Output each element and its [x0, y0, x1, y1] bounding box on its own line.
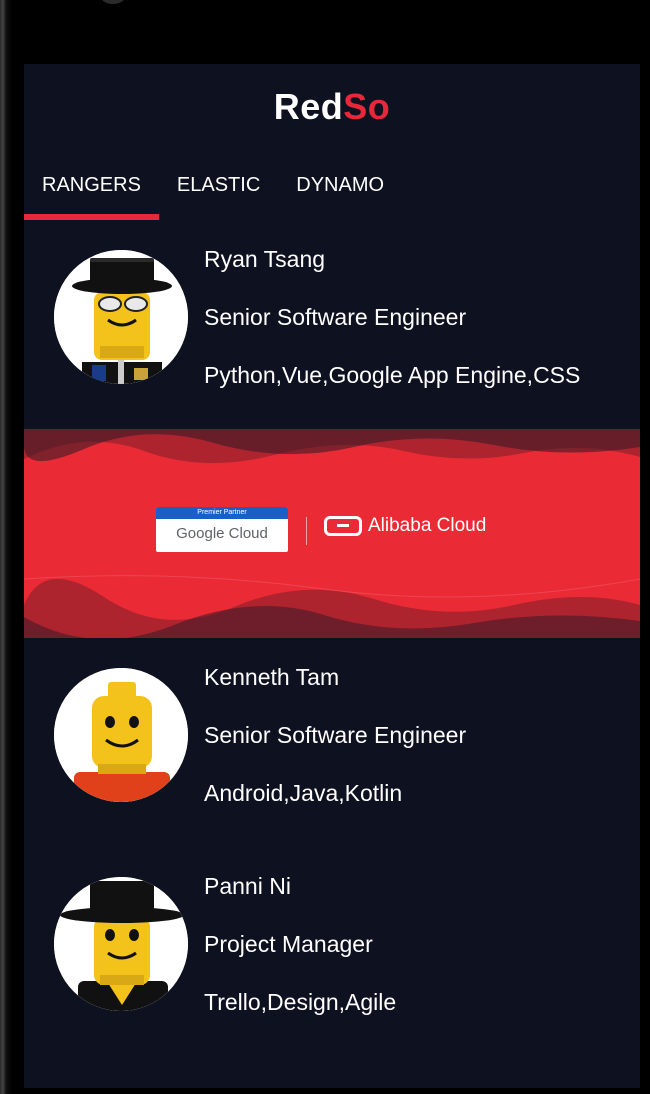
- member-skills: Android,Java,Kotlin: [204, 780, 403, 806]
- member-info: Ryan Tsang Senior Software Engineer Pyth…: [204, 244, 580, 418]
- member-name: Kenneth Tam: [204, 664, 340, 690]
- member-name: Panni Ni: [204, 873, 291, 899]
- tab-bar: RANGERS ELASTIC DYNAMO: [24, 150, 640, 220]
- device-bezel-right: [640, 0, 650, 1094]
- app-screen: RedSo RANGERS ELASTIC DYNAMO Ryan Tsang …: [24, 64, 640, 1088]
- app-title: RedSo: [274, 86, 391, 128]
- alibaba-cloud-icon: [324, 516, 362, 536]
- app-title-so-part: So: [343, 86, 391, 127]
- member-info: Kenneth Tam Senior Software Engineer And…: [204, 662, 466, 836]
- avatar-icon: [54, 877, 188, 1011]
- tab-rangers[interactable]: RANGERS: [24, 150, 159, 220]
- tab-label: DYNAMO: [296, 173, 385, 196]
- tab-elastic[interactable]: ELASTIC: [159, 150, 278, 220]
- member-role: Senior Software Engineer: [204, 304, 467, 330]
- camera-notch: [100, 0, 126, 4]
- tab-label: ELASTIC: [176, 173, 261, 196]
- google-cloud-partner-badge: Premier Partner Google Cloud: [156, 507, 288, 552]
- app-bar: RedSo: [24, 64, 640, 150]
- alibaba-cloud-logo: Alibaba Cloud: [324, 515, 486, 537]
- avatar-icon: [54, 250, 188, 384]
- member-name: Ryan Tsang: [204, 246, 326, 272]
- google-cloud-label: Google Cloud: [176, 525, 268, 542]
- member-skills: Trello,Design,Agile: [204, 989, 397, 1015]
- partner-banner: Premier Partner Google Cloud Alibaba Clo…: [24, 429, 640, 638]
- member-role: Project Manager: [204, 931, 373, 957]
- tab-label: RANGERS: [42, 173, 141, 196]
- premier-partner-label: Premier Partner: [156, 507, 288, 519]
- alibaba-cloud-label: Alibaba Cloud: [368, 515, 487, 536]
- member-card[interactable]: Panni Ni Project Manager Trello,Design,A…: [24, 847, 640, 1056]
- member-card[interactable]: Kenneth Tam Senior Software Engineer And…: [24, 638, 640, 847]
- member-info: Panni Ni Project Manager Trello,Design,A…: [204, 871, 396, 1045]
- avatar-icon: [54, 668, 188, 802]
- member-skills: Python,Vue,Google App Engine,CSS: [204, 362, 581, 388]
- banner-divider: [306, 517, 307, 545]
- app-title-red-part: Red: [273, 86, 344, 127]
- device-bezel-left: [0, 0, 24, 1094]
- member-card[interactable]: Ryan Tsang Senior Software Engineer Pyth…: [24, 220, 640, 429]
- member-role: Senior Software Engineer: [204, 722, 467, 748]
- tab-dynamo[interactable]: DYNAMO: [278, 150, 402, 220]
